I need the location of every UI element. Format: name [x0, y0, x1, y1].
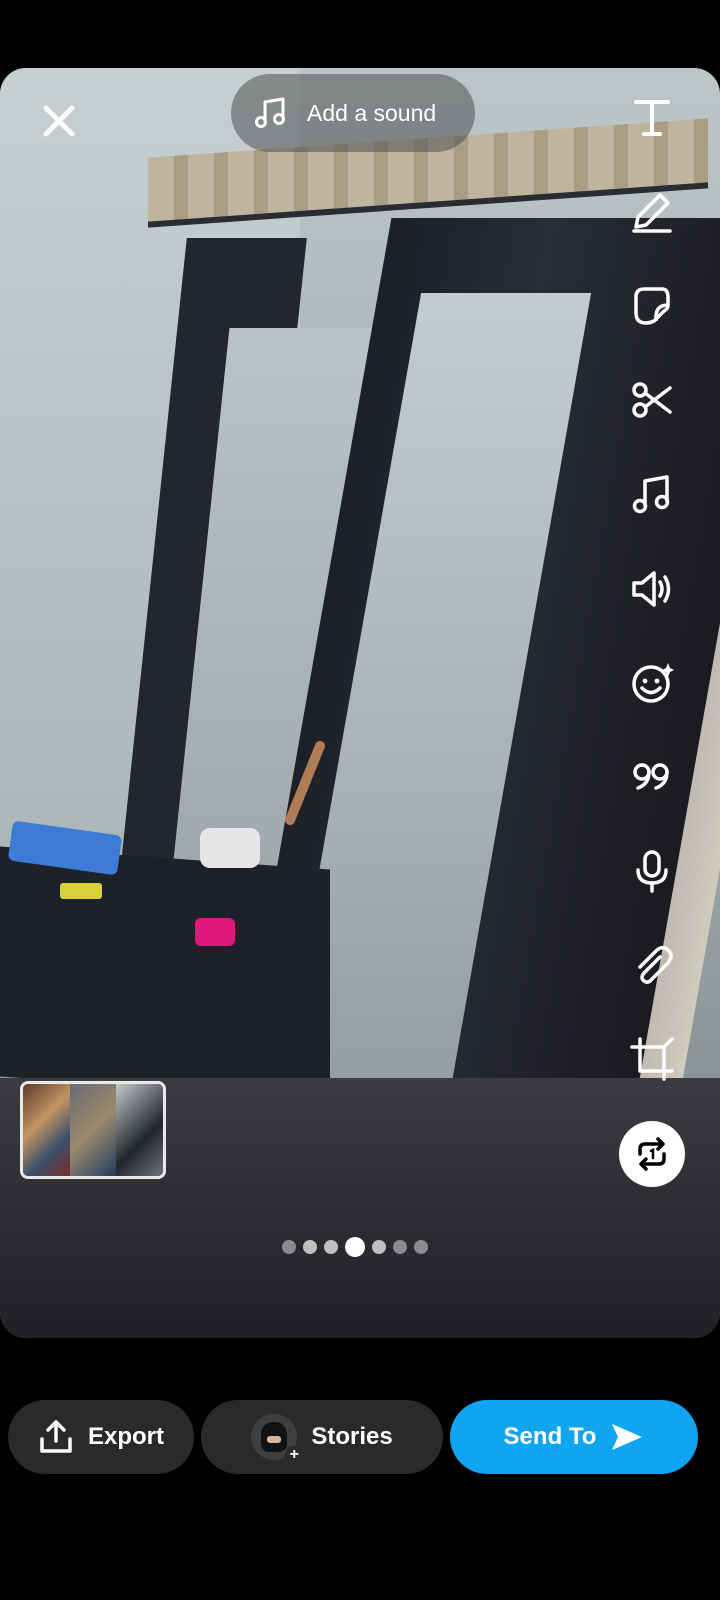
send-to-button[interactable]: Send To: [450, 1400, 698, 1474]
music-tool[interactable]: [628, 470, 676, 518]
add-sound-button[interactable]: Add a sound: [231, 74, 475, 152]
page-dot: [282, 1240, 296, 1254]
text-tool[interactable]: [628, 94, 676, 142]
add-sound-label: Add a sound: [307, 99, 437, 126]
draw-tool[interactable]: [628, 187, 676, 235]
text-icon: [634, 100, 670, 136]
crop-tool[interactable]: [628, 1035, 676, 1083]
music-note-icon: [255, 97, 285, 128]
table-item: [200, 828, 260, 868]
loop-icon: [638, 1137, 666, 1171]
table-item: [60, 883, 102, 899]
page-dot: [393, 1240, 407, 1254]
page-dot-active: [345, 1237, 365, 1257]
avatar: +: [251, 1414, 304, 1464]
page-dot: [414, 1240, 428, 1254]
voice-tool[interactable]: [628, 847, 676, 895]
loop-button[interactable]: [619, 1121, 685, 1187]
dressing-table: [0, 846, 330, 1100]
export-icon: [40, 1420, 72, 1453]
export-label: Export: [87, 1423, 164, 1450]
page-indicator: [282, 1237, 428, 1257]
pencil-icon: [632, 193, 672, 233]
volume-tool[interactable]: [628, 565, 676, 613]
thumbnail-frame: [116, 1084, 163, 1176]
volume-icon: [632, 571, 671, 607]
lens-tool[interactable]: [628, 659, 676, 707]
quote-icon: [633, 763, 669, 790]
attachment-tool[interactable]: [628, 941, 676, 989]
send-arrow-icon: [612, 1424, 643, 1450]
page-dot: [372, 1240, 386, 1254]
close-icon: [43, 105, 75, 137]
thumbnail-frame: [23, 1084, 70, 1176]
paperclip-icon: [638, 946, 673, 984]
stories-button[interactable]: + Stories: [201, 1400, 443, 1474]
avatar-face: [261, 1422, 288, 1452]
thumbnail-frame: [69, 1084, 117, 1176]
sticker-tool[interactable]: [628, 281, 676, 329]
media-thumbnail[interactable]: [20, 1081, 166, 1179]
stories-label: Stories: [311, 1423, 393, 1450]
smiley-sparkle-icon: [632, 663, 674, 703]
export-button[interactable]: Export: [8, 1400, 194, 1474]
music-note-icon: [632, 475, 670, 514]
scissors-tool[interactable]: [628, 376, 676, 424]
page-dot: [303, 1240, 317, 1254]
send-to-label: Send To: [503, 1423, 597, 1450]
crop-icon: [630, 1037, 674, 1081]
microphone-icon: [636, 850, 668, 893]
plus-icon: +: [285, 1446, 304, 1464]
scissors-icon: [632, 382, 672, 418]
table-item: [195, 918, 235, 946]
page-dot: [324, 1240, 338, 1254]
quote-tool[interactable]: [628, 752, 676, 800]
sticker-icon: [634, 287, 670, 325]
close-button[interactable]: [34, 96, 84, 146]
